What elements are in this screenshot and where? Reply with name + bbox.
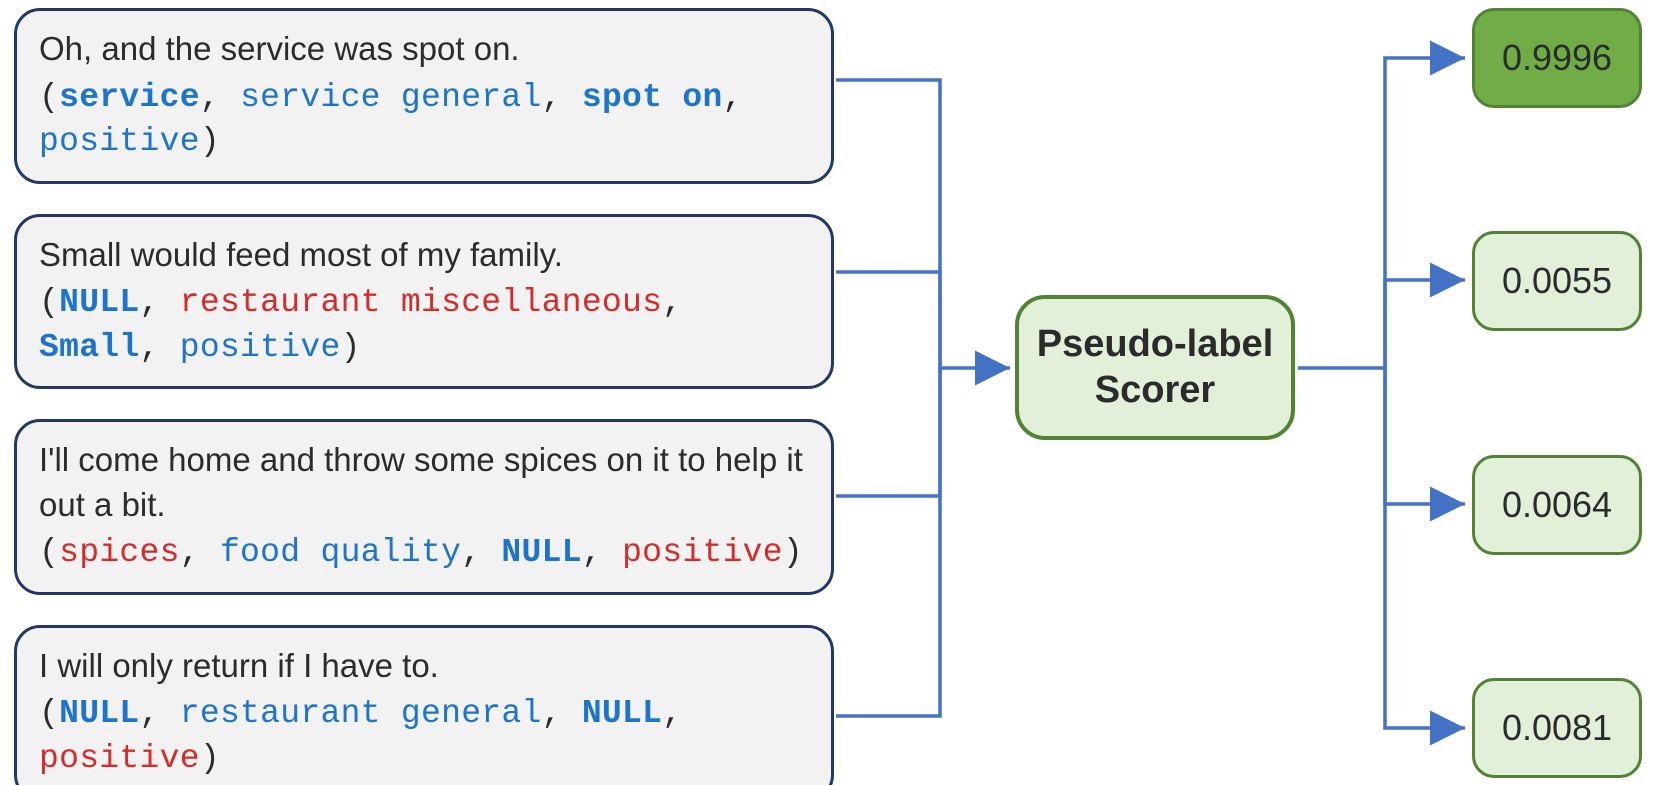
tuple-category: restaurant general <box>180 695 542 732</box>
example-sentence: Oh, and the service was spot on. <box>39 27 809 72</box>
example-tuple: (service, service general, spot on, posi… <box>39 76 809 165</box>
pseudo-label-scorer-box: Pseudo-label Scorer <box>1015 295 1295 440</box>
example-sentence: Small would feed most of my family. <box>39 233 809 278</box>
example-tuple: (NULL, restaurant miscellaneous, Small, … <box>39 281 809 370</box>
tuple-opinion: Small <box>39 329 140 366</box>
example-card: I'll come home and throw some spices on … <box>14 419 834 595</box>
scorer-label: Pseudo-label Scorer <box>1037 322 1274 413</box>
tuple-opinion: spot on <box>582 79 723 116</box>
tuple-polarity: positive <box>180 329 341 366</box>
tuple-polarity: positive <box>622 534 783 571</box>
tuple-aspect: spices <box>59 534 180 571</box>
example-tuple: (spices, food quality, NULL, positive) <box>39 531 809 576</box>
example-sentence: I'll come home and throw some spices on … <box>39 438 809 527</box>
example-tuple: (NULL, restaurant general, NULL, positiv… <box>39 692 809 781</box>
score-box: 0.0081 <box>1472 678 1642 778</box>
tuple-aspect: NULL <box>59 695 139 732</box>
example-card: I will only return if I have to. (NULL, … <box>14 625 834 785</box>
score-box: 0.0055 <box>1472 231 1642 331</box>
tuple-category: food quality <box>220 534 461 571</box>
tuple-category: service general <box>240 79 542 116</box>
input-examples-column: Oh, and the service was spot on. (servic… <box>14 8 834 785</box>
example-sentence: I will only return if I have to. <box>39 644 809 689</box>
tuple-polarity: positive <box>39 123 200 160</box>
tuple-opinion: NULL <box>501 534 581 571</box>
tuple-polarity: positive <box>39 740 200 777</box>
score-box: 0.0064 <box>1472 455 1642 555</box>
example-card: Oh, and the service was spot on. (servic… <box>14 8 834 184</box>
tuple-category: restaurant miscellaneous <box>180 284 662 321</box>
tuple-aspect: NULL <box>59 284 139 321</box>
score-box: 0.9996 <box>1472 8 1642 108</box>
tuple-opinion: NULL <box>582 695 662 732</box>
tuple-aspect: service <box>59 79 200 116</box>
output-scores-column: 0.9996 0.0055 0.0064 0.0081 <box>1472 8 1652 778</box>
example-card: Small would feed most of my family. (NUL… <box>14 214 834 390</box>
